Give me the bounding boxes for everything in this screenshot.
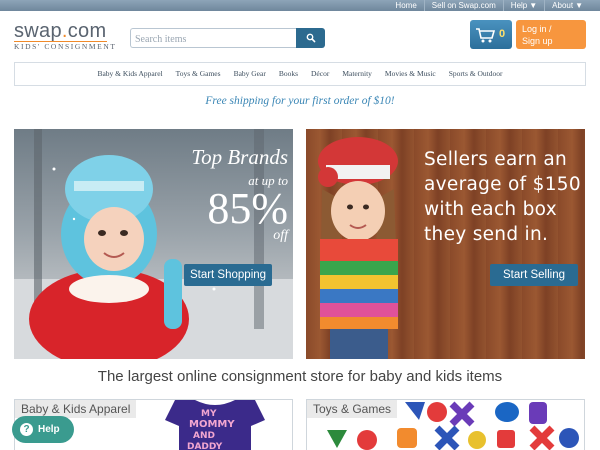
- top-links: Home Sell on Swap.com Help ▼ About ▼: [388, 0, 590, 11]
- kids-shirt-image: MY MOMMY AND DADDY: [165, 400, 265, 450]
- category-nav: Baby & Kids Apparel Toys & Games Baby Ge…: [14, 62, 586, 86]
- nav-item-decor[interactable]: Décor: [305, 62, 336, 86]
- top-link-sell[interactable]: Sell on Swap.com: [423, 0, 503, 11]
- category-label-toys: Toys & Games: [307, 400, 398, 418]
- top-link-about-label: About: [552, 1, 574, 10]
- sell-line-2: average of $150: [424, 174, 581, 195]
- logo-main-text: swap: [14, 20, 62, 42]
- shirt-text-line-1: MY: [201, 409, 217, 419]
- help-label: Help: [38, 424, 60, 435]
- start-shopping-button[interactable]: Start Shopping: [184, 264, 272, 286]
- nav-item-movies-music[interactable]: Movies & Music: [378, 62, 442, 86]
- nav-item-apparel[interactable]: Baby & Kids Apparel: [91, 62, 169, 86]
- question-mark-icon: ?: [20, 423, 33, 436]
- sell-line-1: Sellers earn an: [424, 149, 568, 170]
- banner-left-headline: Top Brands at up to 85% off: [166, 145, 288, 243]
- start-selling-button[interactable]: Start Selling: [490, 264, 578, 286]
- logo-subtitle: KIDS' CONSIGNMENT: [14, 42, 117, 51]
- search-icon: [306, 33, 315, 43]
- nav-item-maternity[interactable]: Maternity: [336, 62, 379, 86]
- logo-wordmark: swap.com: [14, 21, 106, 41]
- search-input[interactable]: [135, 30, 285, 49]
- chevron-down-icon: ▼: [529, 1, 538, 10]
- search-box: [130, 28, 296, 49]
- top-link-help[interactable]: Help ▼: [502, 0, 544, 11]
- nav-item-toys[interactable]: Toys & Games: [169, 62, 227, 86]
- shirt-text-line-3: AND: [193, 431, 215, 441]
- nav-item-sports-outdoor[interactable]: Sports & Outdoor: [442, 62, 509, 86]
- nav-item-books[interactable]: Books: [272, 62, 304, 86]
- search-button[interactable]: [296, 28, 325, 48]
- shirt-text-line-4: DADDY: [187, 442, 223, 450]
- promo-banner-text[interactable]: Free shipping for your first order of $1…: [0, 95, 600, 107]
- cart-button[interactable]: 0: [470, 20, 512, 49]
- headline-discount: 85%: [207, 184, 288, 233]
- nav-item-baby-gear[interactable]: Baby Gear: [227, 62, 272, 86]
- banner-right-headline: Sellers earn an average of $150 with eac…: [424, 147, 584, 247]
- cart-count: 0: [499, 28, 506, 40]
- login-signup-button[interactable]: Log in / Sign up: [516, 20, 586, 49]
- cart-icon: [476, 28, 496, 43]
- site-tagline: The largest online consignment store for…: [97, 368, 503, 385]
- sell-banner[interactable]: Sellers earn an average of $150 with eac…: [306, 129, 585, 359]
- help-button[interactable]: ? Help: [12, 416, 74, 443]
- sell-line-4: they send in.: [424, 224, 549, 245]
- logo-tld: com: [67, 20, 107, 42]
- top-utility-bar: Home Sell on Swap.com Help ▼ About ▼: [0, 0, 600, 11]
- signup-label: Sign up: [522, 36, 553, 46]
- sell-line-3: with each box: [424, 199, 557, 220]
- top-link-home[interactable]: Home: [388, 0, 423, 11]
- category-tile-toys[interactable]: Toys & Games: [306, 399, 585, 450]
- site-logo[interactable]: swap.com KIDS' CONSIGNMENT: [14, 21, 117, 51]
- chevron-down-icon: ▼: [575, 1, 583, 10]
- shop-banner[interactable]: Top Brands at up to 85% off: [14, 129, 293, 359]
- login-label: Log in /: [522, 24, 552, 34]
- headline-top-brands: Top Brands: [191, 145, 288, 169]
- top-link-about[interactable]: About ▼: [544, 0, 590, 11]
- top-link-help-label: Help: [510, 1, 528, 10]
- shirt-text-line-2: MOMMY: [189, 419, 235, 430]
